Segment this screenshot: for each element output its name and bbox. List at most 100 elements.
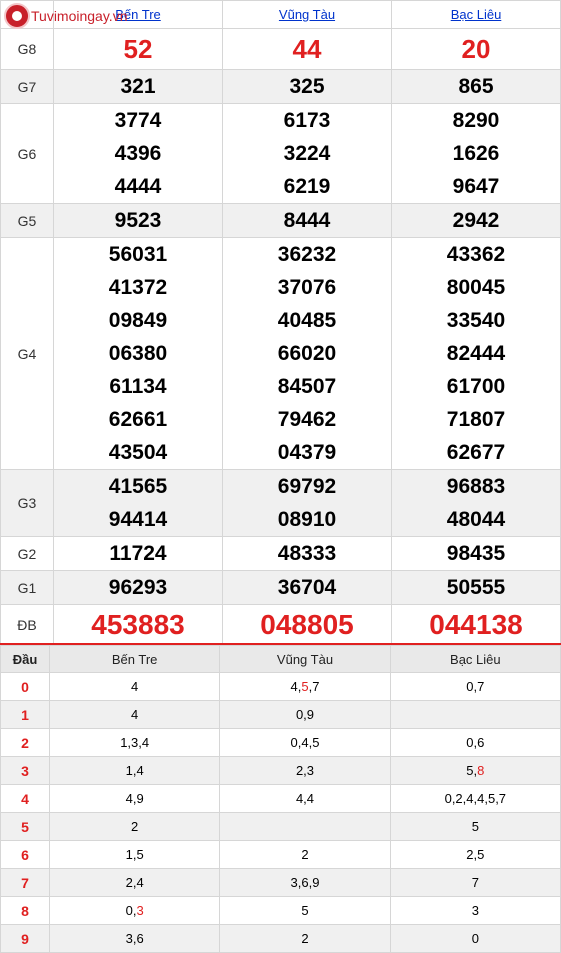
site-logo[interactable]: Tuvimoingay.vn xyxy=(4,3,127,29)
prize-number: 06380 xyxy=(108,342,168,365)
prize-row: G1 96293 36704 50555 xyxy=(0,570,561,605)
prize-number: 96883 xyxy=(446,475,506,498)
prize-cell: 6173 3224 6219 xyxy=(222,103,392,204)
prize-cell: 865 xyxy=(391,69,561,104)
loto-row: 7 2,4 3,6,9 7 xyxy=(0,868,561,897)
province-link-vung-tau[interactable]: Vũng Tàu xyxy=(279,7,335,22)
loto-cell: 0,4,5 xyxy=(219,728,391,757)
prize-number: 20 xyxy=(461,34,491,64)
prize-number: 48333 xyxy=(277,542,337,565)
prize-cell: 98435 xyxy=(391,536,561,571)
prize-cell: 8290 1626 9647 xyxy=(391,103,561,204)
loto-cell: 2,3 xyxy=(219,756,391,785)
loto-digit: 7 xyxy=(312,679,320,694)
prize-number: 80045 xyxy=(446,276,506,299)
loto-header-province: Vũng Tàu xyxy=(219,645,391,673)
loto-cell: 4,9 xyxy=(48,784,221,813)
prize-label: ĐB xyxy=(0,604,54,646)
loto-cell: 0,3 xyxy=(48,896,221,925)
prize-cell: 20 xyxy=(391,28,561,70)
prize-number: 61700 xyxy=(446,375,506,398)
prize-number: 62677 xyxy=(446,441,506,464)
loto-cell: 3,6 xyxy=(48,924,221,953)
prize-number: 52 xyxy=(123,34,153,64)
prize-number: 9523 xyxy=(114,209,162,232)
loto-digit: 3 xyxy=(136,903,144,918)
prize-number: 66020 xyxy=(277,342,337,365)
loto-cell: 4 xyxy=(48,700,221,729)
prize-cell: 9523 xyxy=(53,203,223,238)
prize-label: G4 xyxy=(0,237,54,470)
loto-row: 3 1,4 2,3 5,8 xyxy=(0,756,561,785)
prize-number: 50555 xyxy=(446,576,506,599)
loto-digit: 0 xyxy=(125,903,133,918)
province-header: Vũng Tàu xyxy=(222,0,392,29)
prize-cell: 36704 xyxy=(222,570,392,605)
prize-number: 09849 xyxy=(108,309,168,332)
prize-cell: 8444 xyxy=(222,203,392,238)
prize-number: 94414 xyxy=(108,508,168,531)
province-link-bac-lieu[interactable]: Bạc Liêu xyxy=(451,7,502,22)
prize-number: 37076 xyxy=(277,276,337,299)
logo-badge-icon xyxy=(4,3,30,29)
prize-number: 4444 xyxy=(114,175,162,198)
loto-header-dau: Đầu xyxy=(0,645,50,673)
prize-number: 96293 xyxy=(108,576,168,599)
loto-cell xyxy=(219,812,391,841)
loto-cell: 0,2,4,4,5,7 xyxy=(389,784,561,813)
loto-cell: 7 xyxy=(389,868,561,897)
loto-cell: 2 xyxy=(219,924,391,953)
loto-cell: 4,5,7 xyxy=(219,672,391,701)
prize-number: 36232 xyxy=(277,243,337,266)
prize-cell: 048805 xyxy=(222,604,392,646)
prize-cell: 453883 xyxy=(53,604,223,646)
prize-cell: 43362 80045 33540 82444 61700 71807 62677 xyxy=(391,237,561,470)
prize-row: G3 41565 94414 69792 08910 96883 48044 xyxy=(0,469,561,537)
prize-cell: 48333 xyxy=(222,536,392,571)
site-name: Tuvimoingay.vn xyxy=(31,8,128,24)
prize-number: 40485 xyxy=(277,309,337,332)
loto-row: 4 4,9 4,4 0,2,4,4,5,7 xyxy=(0,784,561,813)
prize-number: 8290 xyxy=(452,109,500,132)
loto-head-digit: 7 xyxy=(0,868,50,897)
prize-number: 6173 xyxy=(283,109,331,132)
prize-row: G4 56031 41372 09849 06380 61134 62661 43504 362… xyxy=(0,237,561,470)
prize-number: 04379 xyxy=(277,441,337,464)
prize-number: 2942 xyxy=(452,209,500,232)
loto-cell: 0 xyxy=(389,924,561,953)
prize-row: G2 11724 48333 98435 xyxy=(0,536,561,571)
loto-cell: 3 xyxy=(389,896,561,925)
loto-row: 1 4 0,9 xyxy=(0,700,561,729)
prize-row: ĐB 453883 048805 044138 xyxy=(0,604,561,646)
prize-number: 36704 xyxy=(277,576,337,599)
loto-cell: 4 xyxy=(48,672,221,701)
prize-number: 3774 xyxy=(114,109,162,132)
prize-row: G7 321 325 865 xyxy=(0,69,561,104)
loto-head-digit: 2 xyxy=(0,728,50,757)
loto-row: 2 1,3,4 0,4,5 0,6 xyxy=(0,728,561,757)
province-header-row: Tuvimoingay.vn Bến Tre Vũng Tàu Bạc Liêu xyxy=(0,0,561,29)
loto-cell: 0,9 xyxy=(219,700,391,729)
loto-table: Đầu Bến Tre Vũng Tàu Bạc Liêu 0 4 4,5,7 0,7… xyxy=(0,645,561,953)
prize-cell: 96293 xyxy=(53,570,223,605)
prize-label: G1 xyxy=(0,570,54,605)
prize-number: 84507 xyxy=(277,375,337,398)
loto-cell: 5 xyxy=(219,896,391,925)
loto-digit: 5 xyxy=(466,763,474,778)
loto-cell: 4,4 xyxy=(219,784,391,813)
results-table: Tuvimoingay.vn Bến Tre Vũng Tàu Bạc Liêu… xyxy=(0,0,561,646)
loto-head-digit: 3 xyxy=(0,756,50,785)
prize-number: 62661 xyxy=(108,408,168,431)
loto-row: 6 1,5 2 2,5 xyxy=(0,840,561,869)
prize-number: 8444 xyxy=(283,209,331,232)
prize-number: 453883 xyxy=(91,609,185,640)
prize-number: 1626 xyxy=(452,142,500,165)
loto-digit: 8 xyxy=(477,763,485,778)
loto-head-digit: 0 xyxy=(0,672,50,701)
prize-cell: 41565 94414 xyxy=(53,469,223,537)
prize-number: 82444 xyxy=(446,342,506,365)
prize-label: G2 xyxy=(0,536,54,571)
prize-cell: 044138 xyxy=(391,604,561,646)
loto-digit: 5 xyxy=(301,679,309,694)
prize-label: G8 xyxy=(0,28,54,70)
